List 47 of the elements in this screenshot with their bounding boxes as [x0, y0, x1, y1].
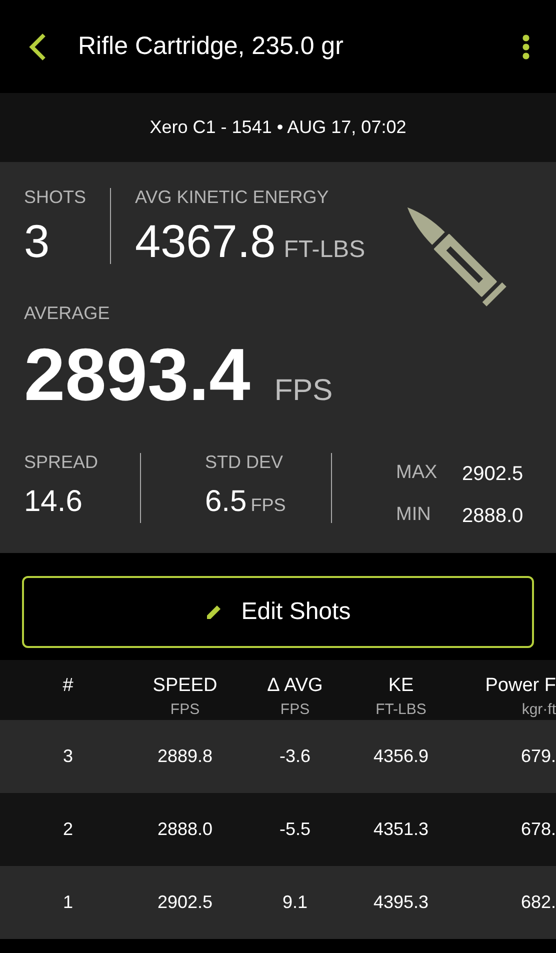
- min-label: MIN: [396, 503, 432, 527]
- std-dev-label: STD DEV: [205, 453, 284, 471]
- table-cell: 4351.3: [373, 819, 429, 839]
- table-cell: 4356.9: [373, 746, 429, 766]
- edit-shots-button[interactable]: Edit Shots: [22, 576, 534, 648]
- table-cell: 4395.3: [373, 892, 429, 912]
- max-label: MAX: [396, 461, 438, 485]
- table-cell: 682.: [520, 892, 556, 912]
- column-header: #: [62, 676, 74, 695]
- spread-value: 14.6: [24, 484, 84, 520]
- table-cell: -3.6: [279, 746, 311, 766]
- column-unit: FT-LBS: [374, 700, 428, 720]
- screen-title: Rifle Cartridge, 235.0 gr: [78, 30, 344, 62]
- column-header: KE: [387, 676, 415, 695]
- table-cell: 2888.0: [157, 819, 213, 839]
- column-unit: FPS: [169, 700, 201, 720]
- average-unit: FPS: [274, 373, 333, 409]
- table-cell: 2889.8: [157, 746, 213, 766]
- table-cell: 678.: [520, 819, 556, 839]
- table-cell: 2902.5: [157, 892, 213, 912]
- table-cell: 9.1: [282, 892, 308, 912]
- std-dev-unit: FPS: [250, 494, 286, 517]
- average-label: AVERAGE: [24, 304, 111, 322]
- shots-label: SHOTS: [24, 188, 86, 206]
- table-cell: 1: [62, 892, 73, 912]
- table-cell: 2: [62, 819, 73, 839]
- min-value: 2888.0: [462, 504, 524, 529]
- column-header: SPEED: [152, 676, 218, 695]
- table-cell: -5.5: [279, 819, 311, 839]
- kinetic-energy-unit: FT-LBS: [284, 238, 366, 262]
- pencil-icon: [205, 603, 224, 621]
- column-unit: kgr·ft: [520, 700, 556, 720]
- column-header: Δ AVG: [266, 676, 324, 695]
- more-menu-icon[interactable]: [522, 34, 530, 60]
- table-cell: 679.: [520, 746, 556, 766]
- session-subtitle: Xero C1 - 1541 • AUG 17, 07:02: [150, 116, 406, 139]
- back-icon[interactable]: [28, 32, 46, 60]
- shots-value: 3: [24, 218, 51, 264]
- kinetic-energy-label: AVG KINETIC ENERGY: [135, 188, 330, 206]
- max-value: 2902.5: [462, 462, 524, 487]
- std-dev-value: 6.5: [205, 484, 247, 520]
- kinetic-energy-value: 4367.8: [135, 218, 276, 264]
- table-cell: 3: [62, 746, 73, 766]
- average-value: 2893.4: [24, 338, 250, 412]
- column-header: Power F: [484, 676, 556, 695]
- column-unit: FPS: [279, 700, 311, 720]
- spread-label: SPREAD: [24, 453, 100, 471]
